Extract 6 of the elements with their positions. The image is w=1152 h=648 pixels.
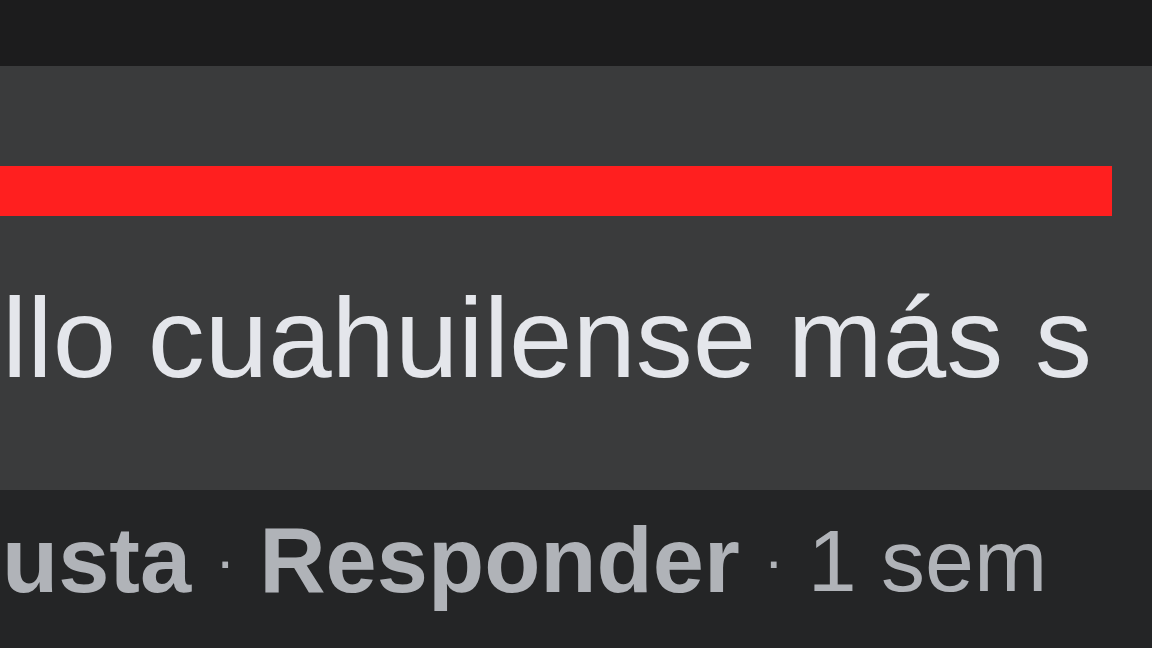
comment-action-link[interactable]: usta [2, 510, 192, 612]
timestamp-link[interactable]: 1 sem [807, 512, 1048, 610]
comment-action-link[interactable]: Responder [259, 510, 740, 612]
separator-dot: · [215, 526, 236, 596]
comment-text: llo cuahuilense más s [2, 278, 1092, 398]
separator-dot: · [763, 526, 784, 596]
